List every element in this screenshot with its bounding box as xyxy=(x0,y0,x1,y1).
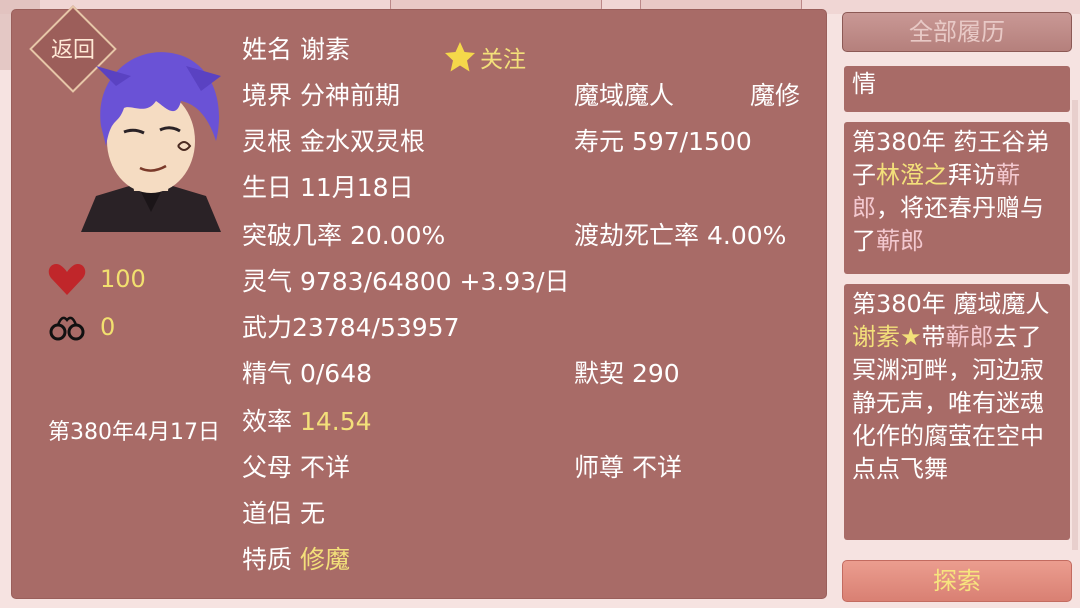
qi-value: 9783/64800 +3.93/日 xyxy=(299,267,570,296)
log-character-name[interactable]: 蕲郎 xyxy=(946,323,994,351)
handcuffs-icon xyxy=(49,316,85,341)
tribulation-row: 渡劫死亡率 4.00% xyxy=(574,216,786,252)
current-date: 第380年4月17日 xyxy=(48,420,220,445)
partner-row: 道侣 无 xyxy=(242,494,325,530)
essence-value: 0/648 xyxy=(299,359,373,388)
master-label: 师尊 xyxy=(574,453,625,482)
efficiency-label: 效率 xyxy=(242,407,293,436)
parents-value: 不详 xyxy=(299,453,350,482)
breakthrough-label: 突破几率 xyxy=(242,221,343,250)
log-fragment-text: 情 xyxy=(852,70,876,98)
trait-row: 特质 修魔 xyxy=(242,540,350,576)
birthday-row: 生日 11月18日 xyxy=(242,168,414,204)
breakthrough-row: 突破几率 20.00% xyxy=(242,216,445,252)
log-character-name[interactable]: 谢素★ xyxy=(852,323,922,351)
bond-value: 290 xyxy=(631,359,680,388)
essence-label: 精气 xyxy=(242,359,293,388)
explore-button[interactable]: 探索 xyxy=(842,560,1072,602)
log-entry: 第380年 魔域魔人谢素★带蕲郎去了冥渊河畔，河边寂静无声，唯有迷魂化作的腐萤在… xyxy=(844,284,1070,540)
log-character-name[interactable]: 林澄之 xyxy=(876,161,948,189)
lifespan-row: 寿元 597/1500 xyxy=(574,122,752,158)
force-label: 武力 xyxy=(242,313,293,342)
heart-icon xyxy=(48,264,86,295)
lifespan-value: 597/1500 xyxy=(631,127,752,156)
all-history-button[interactable]: 全部履历 xyxy=(842,12,1072,52)
name-label: 姓名 xyxy=(242,35,293,64)
bond-row: 默契 290 xyxy=(574,354,680,390)
parents-row: 父母 不详 xyxy=(242,448,350,484)
efficiency-row: 效率 14.54 xyxy=(242,402,372,438)
cultivation-type: 魔修 xyxy=(750,81,801,110)
shackles-value: 0 xyxy=(100,313,116,341)
log-entry: 第380年 药王谷弟子林澄之拜访蕲郎，将还春丹赠与了蕲郎 xyxy=(844,122,1070,274)
log-text: 带 xyxy=(921,323,946,351)
realm-value: 分神前期 xyxy=(299,81,400,110)
trait-label: 特质 xyxy=(242,545,293,574)
log-character-name[interactable]: 蕲郎 xyxy=(876,227,924,255)
partner-label: 道侣 xyxy=(242,499,293,528)
lifespan-label: 寿元 xyxy=(574,127,625,156)
log-text: 拜访 xyxy=(948,161,996,189)
master-value: 不详 xyxy=(631,453,682,482)
name-value: 谢素 xyxy=(299,35,350,64)
essence-row: 精气 0/648 xyxy=(242,354,372,390)
breakthrough-value: 20.00% xyxy=(349,221,446,250)
efficiency-value: 14.54 xyxy=(299,407,372,436)
bond-label: 默契 xyxy=(574,359,625,388)
force-value: 23784/53957 xyxy=(292,313,460,342)
realm-row: 境界 分神前期 xyxy=(242,76,400,112)
faction-value: 魔域魔人 xyxy=(574,81,675,110)
birthday-label: 生日 xyxy=(242,173,293,202)
tribulation-value: 4.00% xyxy=(706,221,787,250)
force-row: 武力23784/53957 xyxy=(242,308,460,344)
realm-label: 境界 xyxy=(242,81,293,110)
log-text: 第380年 魔域魔人 xyxy=(852,290,1050,318)
tribulation-label: 渡劫死亡率 xyxy=(574,221,700,250)
partner-value: 无 xyxy=(299,499,325,528)
master-row: 师尊 不详 xyxy=(574,448,682,484)
character-panel: 返回 100 0 第380年4月17日 姓名 谢素 关注 境界 分神前期 魔域魔… xyxy=(12,5,826,598)
root-value: 金水双灵根 xyxy=(299,127,425,156)
follow-label[interactable]: 关注 xyxy=(480,40,526,74)
shackles-stat: 0 xyxy=(48,310,115,344)
name-row: 姓名 谢素 xyxy=(242,30,350,66)
root-label: 灵根 xyxy=(242,127,293,156)
qi-row: 灵气 9783/64800 +3.93/日 xyxy=(242,262,570,298)
parents-label: 父母 xyxy=(242,453,293,482)
root-row: 灵根 金水双灵根 xyxy=(242,122,425,158)
health-stat: 100 xyxy=(48,262,146,296)
health-value: 100 xyxy=(100,265,146,293)
character-portrait xyxy=(81,52,221,232)
log-entry-fragment: 情 xyxy=(844,66,1070,112)
qi-label: 灵气 xyxy=(242,267,293,296)
trait-value[interactable]: 修魔 xyxy=(300,545,350,574)
follow-button[interactable]: 关注 xyxy=(444,40,526,74)
log-scrollbar[interactable] xyxy=(1072,100,1078,550)
birthday-value: 11月18日 xyxy=(299,173,414,202)
star-icon xyxy=(445,42,475,72)
